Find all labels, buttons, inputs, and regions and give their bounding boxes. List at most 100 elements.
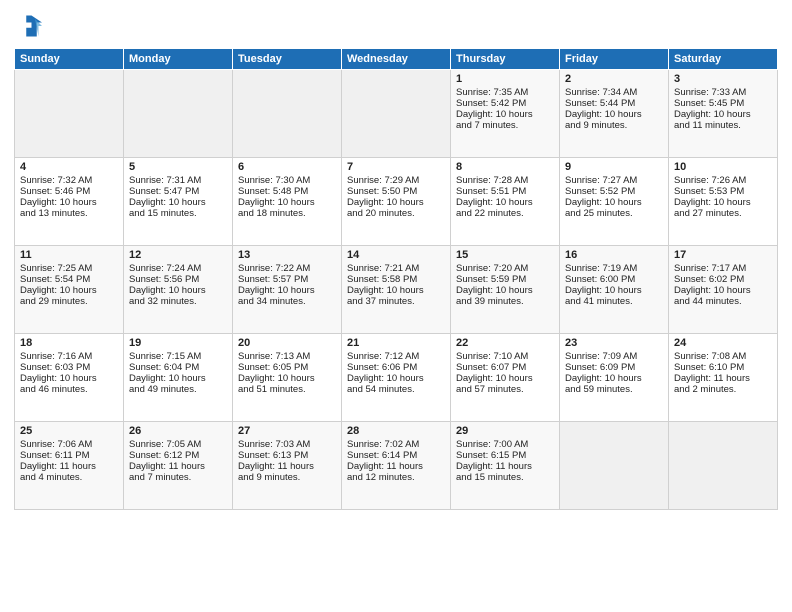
day-content-line: Daylight: 11 hours — [238, 461, 336, 472]
day-number: 3 — [674, 73, 772, 85]
calendar-cell: 17Sunrise: 7:17 AMSunset: 6:02 PMDayligh… — [669, 246, 778, 334]
day-content-line: and 37 minutes. — [347, 296, 445, 307]
day-content-line: Daylight: 10 hours — [456, 373, 554, 384]
day-content-line: Sunrise: 7:10 AM — [456, 351, 554, 362]
day-content-line: Sunset: 5:59 PM — [456, 274, 554, 285]
day-content-line: and 7 minutes. — [456, 120, 554, 131]
day-number: 13 — [238, 249, 336, 261]
day-content-line: Sunrise: 7:19 AM — [565, 263, 663, 274]
header-thursday: Thursday — [451, 49, 560, 70]
day-content-line: Daylight: 10 hours — [565, 285, 663, 296]
day-content-line: Daylight: 10 hours — [347, 373, 445, 384]
day-content-line: and 57 minutes. — [456, 384, 554, 395]
header — [14, 12, 778, 40]
day-number: 29 — [456, 425, 554, 437]
day-number: 8 — [456, 161, 554, 173]
calendar-cell: 1Sunrise: 7:35 AMSunset: 5:42 PMDaylight… — [451, 70, 560, 158]
day-content-line: Sunrise: 7:16 AM — [20, 351, 118, 362]
day-number: 19 — [129, 337, 227, 349]
day-number: 14 — [347, 249, 445, 261]
calendar-cell: 11Sunrise: 7:25 AMSunset: 5:54 PMDayligh… — [15, 246, 124, 334]
calendar-cell: 24Sunrise: 7:08 AMSunset: 6:10 PMDayligh… — [669, 334, 778, 422]
day-content-line: Sunrise: 7:06 AM — [20, 439, 118, 450]
day-number: 27 — [238, 425, 336, 437]
day-content-line: and 4 minutes. — [20, 472, 118, 483]
day-content-line: and 49 minutes. — [129, 384, 227, 395]
calendar-cell: 25Sunrise: 7:06 AMSunset: 6:11 PMDayligh… — [15, 422, 124, 510]
day-number: 23 — [565, 337, 663, 349]
week-row-4: 25Sunrise: 7:06 AMSunset: 6:11 PMDayligh… — [15, 422, 778, 510]
calendar-cell: 19Sunrise: 7:15 AMSunset: 6:04 PMDayligh… — [124, 334, 233, 422]
day-content-line: and 59 minutes. — [565, 384, 663, 395]
header-monday: Monday — [124, 49, 233, 70]
day-content-line: and 44 minutes. — [674, 296, 772, 307]
day-content-line: Sunrise: 7:21 AM — [347, 263, 445, 274]
calendar-cell: 21Sunrise: 7:12 AMSunset: 6:06 PMDayligh… — [342, 334, 451, 422]
calendar-cell: 26Sunrise: 7:05 AMSunset: 6:12 PMDayligh… — [124, 422, 233, 510]
day-number: 16 — [565, 249, 663, 261]
day-content-line: Sunset: 5:52 PM — [565, 186, 663, 197]
day-content-line: Sunset: 6:04 PM — [129, 362, 227, 373]
calendar-cell: 12Sunrise: 7:24 AMSunset: 5:56 PMDayligh… — [124, 246, 233, 334]
day-number: 10 — [674, 161, 772, 173]
day-content-line: Sunrise: 7:22 AM — [238, 263, 336, 274]
day-content-line: Sunset: 6:12 PM — [129, 450, 227, 461]
day-content-line: Sunrise: 7:08 AM — [674, 351, 772, 362]
day-content-line: Sunrise: 7:03 AM — [238, 439, 336, 450]
day-content-line: Sunset: 5:51 PM — [456, 186, 554, 197]
day-content-line: and 18 minutes. — [238, 208, 336, 219]
day-content-line: and 51 minutes. — [238, 384, 336, 395]
day-content-line: and 12 minutes. — [347, 472, 445, 483]
day-content-line: Sunrise: 7:25 AM — [20, 263, 118, 274]
day-content-line: Sunrise: 7:26 AM — [674, 175, 772, 186]
day-content-line: Sunrise: 7:24 AM — [129, 263, 227, 274]
day-content-line: and 34 minutes. — [238, 296, 336, 307]
day-content-line: Daylight: 11 hours — [456, 461, 554, 472]
day-content-line: Daylight: 10 hours — [456, 285, 554, 296]
week-row-2: 11Sunrise: 7:25 AMSunset: 5:54 PMDayligh… — [15, 246, 778, 334]
day-content-line: Sunset: 6:05 PM — [238, 362, 336, 373]
day-content-line: Sunset: 5:54 PM — [20, 274, 118, 285]
week-row-0: 1Sunrise: 7:35 AMSunset: 5:42 PMDaylight… — [15, 70, 778, 158]
day-content-line: Sunrise: 7:15 AM — [129, 351, 227, 362]
calendar-cell: 13Sunrise: 7:22 AMSunset: 5:57 PMDayligh… — [233, 246, 342, 334]
day-content-line: Sunset: 6:02 PM — [674, 274, 772, 285]
day-content-line: and 54 minutes. — [347, 384, 445, 395]
day-content-line: Sunset: 5:53 PM — [674, 186, 772, 197]
calendar-cell: 5Sunrise: 7:31 AMSunset: 5:47 PMDaylight… — [124, 158, 233, 246]
calendar-cell: 28Sunrise: 7:02 AMSunset: 6:14 PMDayligh… — [342, 422, 451, 510]
calendar-cell: 2Sunrise: 7:34 AMSunset: 5:44 PMDaylight… — [560, 70, 669, 158]
day-content-line: Sunset: 5:45 PM — [674, 98, 772, 109]
day-content-line: Sunrise: 7:20 AM — [456, 263, 554, 274]
day-content-line: Sunrise: 7:05 AM — [129, 439, 227, 450]
header-tuesday: Tuesday — [233, 49, 342, 70]
day-number: 2 — [565, 73, 663, 85]
day-content-line: Daylight: 10 hours — [238, 373, 336, 384]
day-number: 7 — [347, 161, 445, 173]
day-content-line: and 27 minutes. — [674, 208, 772, 219]
calendar-cell: 27Sunrise: 7:03 AMSunset: 6:13 PMDayligh… — [233, 422, 342, 510]
calendar-cell — [342, 70, 451, 158]
calendar-cell — [233, 70, 342, 158]
calendar-cell: 18Sunrise: 7:16 AMSunset: 6:03 PMDayligh… — [15, 334, 124, 422]
day-content-line: Daylight: 10 hours — [674, 285, 772, 296]
day-content-line: Sunrise: 7:32 AM — [20, 175, 118, 186]
header-saturday: Saturday — [669, 49, 778, 70]
calendar-cell: 15Sunrise: 7:20 AMSunset: 5:59 PMDayligh… — [451, 246, 560, 334]
day-number: 25 — [20, 425, 118, 437]
day-content-line: and 46 minutes. — [20, 384, 118, 395]
day-content-line: Sunset: 6:14 PM — [347, 450, 445, 461]
day-content-line: Sunrise: 7:31 AM — [129, 175, 227, 186]
day-content-line: and 15 minutes. — [456, 472, 554, 483]
day-content-line: Daylight: 10 hours — [20, 373, 118, 384]
day-content-line: Sunset: 5:57 PM — [238, 274, 336, 285]
day-content-line: and 20 minutes. — [347, 208, 445, 219]
day-number: 18 — [20, 337, 118, 349]
day-content-line: Sunrise: 7:02 AM — [347, 439, 445, 450]
header-wednesday: Wednesday — [342, 49, 451, 70]
calendar-cell: 3Sunrise: 7:33 AMSunset: 5:45 PMDaylight… — [669, 70, 778, 158]
day-number: 12 — [129, 249, 227, 261]
day-number: 9 — [565, 161, 663, 173]
calendar-cell: 7Sunrise: 7:29 AMSunset: 5:50 PMDaylight… — [342, 158, 451, 246]
day-content-line: Sunset: 5:58 PM — [347, 274, 445, 285]
